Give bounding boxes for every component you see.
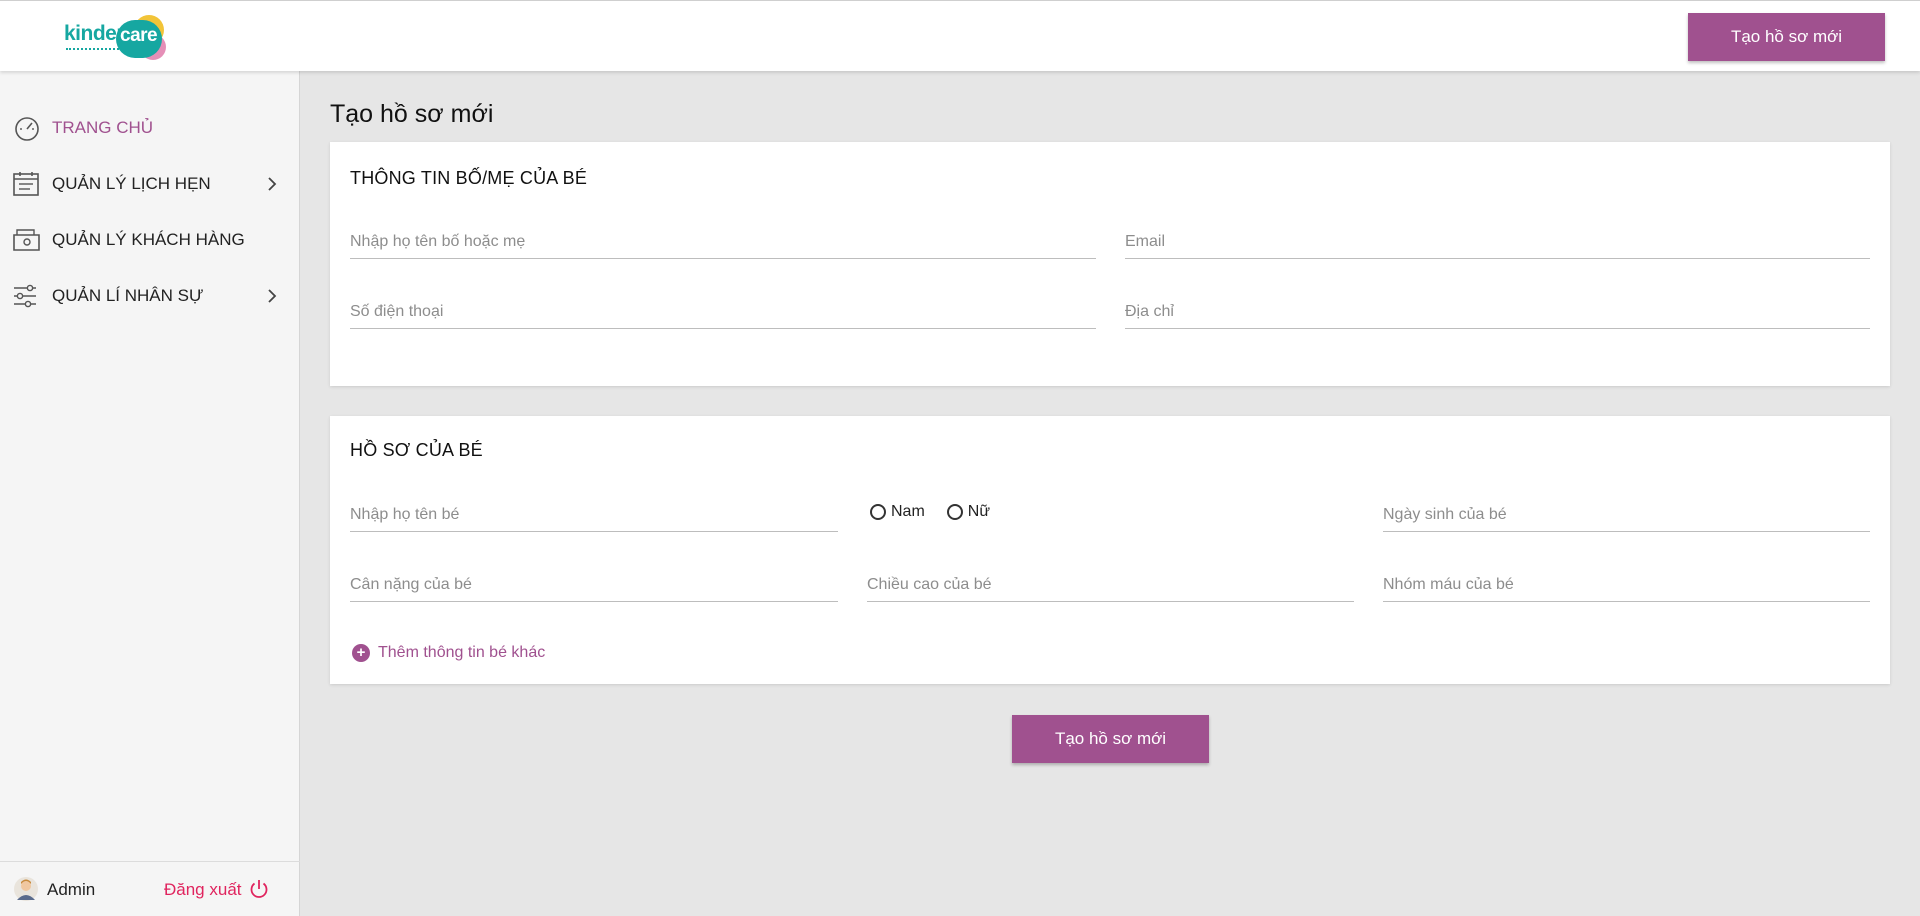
child-profile-card: HỒ SƠ CỦA BÉ Nam Nữ + Thêm thông tin bé … bbox=[330, 416, 1890, 684]
weight-field bbox=[350, 570, 838, 602]
logo-text-kinder: kinder bbox=[64, 22, 125, 45]
kindercare-logo[interactable]: kinder care bbox=[64, 12, 170, 62]
folder-icon bbox=[13, 229, 40, 251]
sidebar-item-label: QUẢN LÝ LỊCH HẸN bbox=[52, 174, 211, 193]
speedometer-icon bbox=[15, 117, 39, 141]
create-profile-submit-button[interactable]: Tạo hồ sơ mới bbox=[1012, 715, 1209, 763]
add-child-label: Thêm thông tin bé khác bbox=[378, 644, 546, 661]
sidebar-item-staff[interactable]: QUẢN LÍ NHÂN SỰ bbox=[0, 276, 300, 316]
birth-date-field bbox=[1383, 500, 1870, 532]
plus-circle-icon: + bbox=[352, 644, 370, 662]
gender-radio-group: Nam Nữ bbox=[870, 502, 1012, 522]
logo-tagline bbox=[66, 48, 126, 51]
sidebar-footer: Admin Đăng xuất bbox=[0, 861, 300, 916]
sidebar-item-label: QUẢN LÝ KHÁCH HÀNG bbox=[52, 230, 245, 249]
power-icon[interactable] bbox=[248, 878, 270, 900]
phone-input[interactable] bbox=[350, 297, 1096, 327]
parent-name-input[interactable] bbox=[350, 227, 1096, 257]
blood-type-input[interactable] bbox=[1383, 570, 1870, 600]
chevron-right-icon bbox=[268, 177, 277, 191]
radio-label: Nam bbox=[891, 503, 925, 520]
parent-info-card: THÔNG TIN BỐ/MẸ CỦA BÉ bbox=[330, 142, 1890, 386]
child-name-field bbox=[350, 500, 838, 532]
add-child-button[interactable]: + Thêm thông tin bé khác bbox=[352, 644, 545, 662]
create-profile-button-header[interactable]: Tạo hồ sơ mới bbox=[1688, 13, 1885, 61]
child-name-input[interactable] bbox=[350, 500, 838, 530]
child-section-title: HỒ SƠ CỦA BÉ bbox=[350, 440, 483, 460]
parent-section-title: THÔNG TIN BỐ/MẸ CỦA BÉ bbox=[350, 168, 588, 188]
sidebar-item-home[interactable]: TRANG CHỦ bbox=[0, 108, 300, 148]
email-field bbox=[1125, 227, 1870, 259]
sidebar-item-label: TRANG CHỦ bbox=[52, 118, 154, 137]
sidebar-item-customers[interactable]: QUẢN LÝ KHÁCH HÀNG bbox=[0, 220, 300, 260]
height-field bbox=[867, 570, 1354, 602]
phone-field bbox=[350, 297, 1096, 329]
top-bar: kinder care Tạo hồ sơ mới bbox=[0, 0, 1920, 71]
chevron-right-icon bbox=[268, 289, 277, 303]
radio-circle[interactable] bbox=[946, 504, 963, 520]
calendar-list-icon bbox=[13, 172, 39, 196]
sidebar-item-appointments[interactable]: QUẢN LÝ LỊCH HẸN bbox=[0, 164, 300, 204]
address-field bbox=[1125, 297, 1870, 329]
logo-text-care: care bbox=[120, 25, 158, 46]
email-input[interactable] bbox=[1125, 227, 1870, 257]
weight-input[interactable] bbox=[350, 570, 838, 600]
avatar bbox=[14, 877, 38, 901]
sidebar: TRANG CHỦ QUẢN LÝ LỊCH HẸN QUẢN LÝ KHÁCH… bbox=[0, 71, 300, 916]
gender-radio-male[interactable]: Nam bbox=[870, 503, 925, 521]
sidebar-item-label: QUẢN LÍ NHÂN SỰ bbox=[52, 286, 204, 305]
address-input[interactable] bbox=[1125, 297, 1870, 327]
birth-date-input[interactable] bbox=[1383, 500, 1870, 530]
gender-radio-female[interactable]: Nữ bbox=[946, 503, 991, 521]
logout-link[interactable]: Đăng xuất bbox=[164, 880, 242, 900]
page-title: Tạo hồ sơ mới bbox=[330, 100, 494, 128]
parent-name-field bbox=[350, 227, 1096, 259]
sliders-icon bbox=[14, 284, 36, 308]
blood-type-field bbox=[1383, 570, 1870, 602]
height-input[interactable] bbox=[867, 570, 1354, 600]
radio-label: Nữ bbox=[967, 503, 991, 520]
radio-circle[interactable] bbox=[870, 504, 886, 520]
user-name: Admin bbox=[47, 880, 96, 899]
